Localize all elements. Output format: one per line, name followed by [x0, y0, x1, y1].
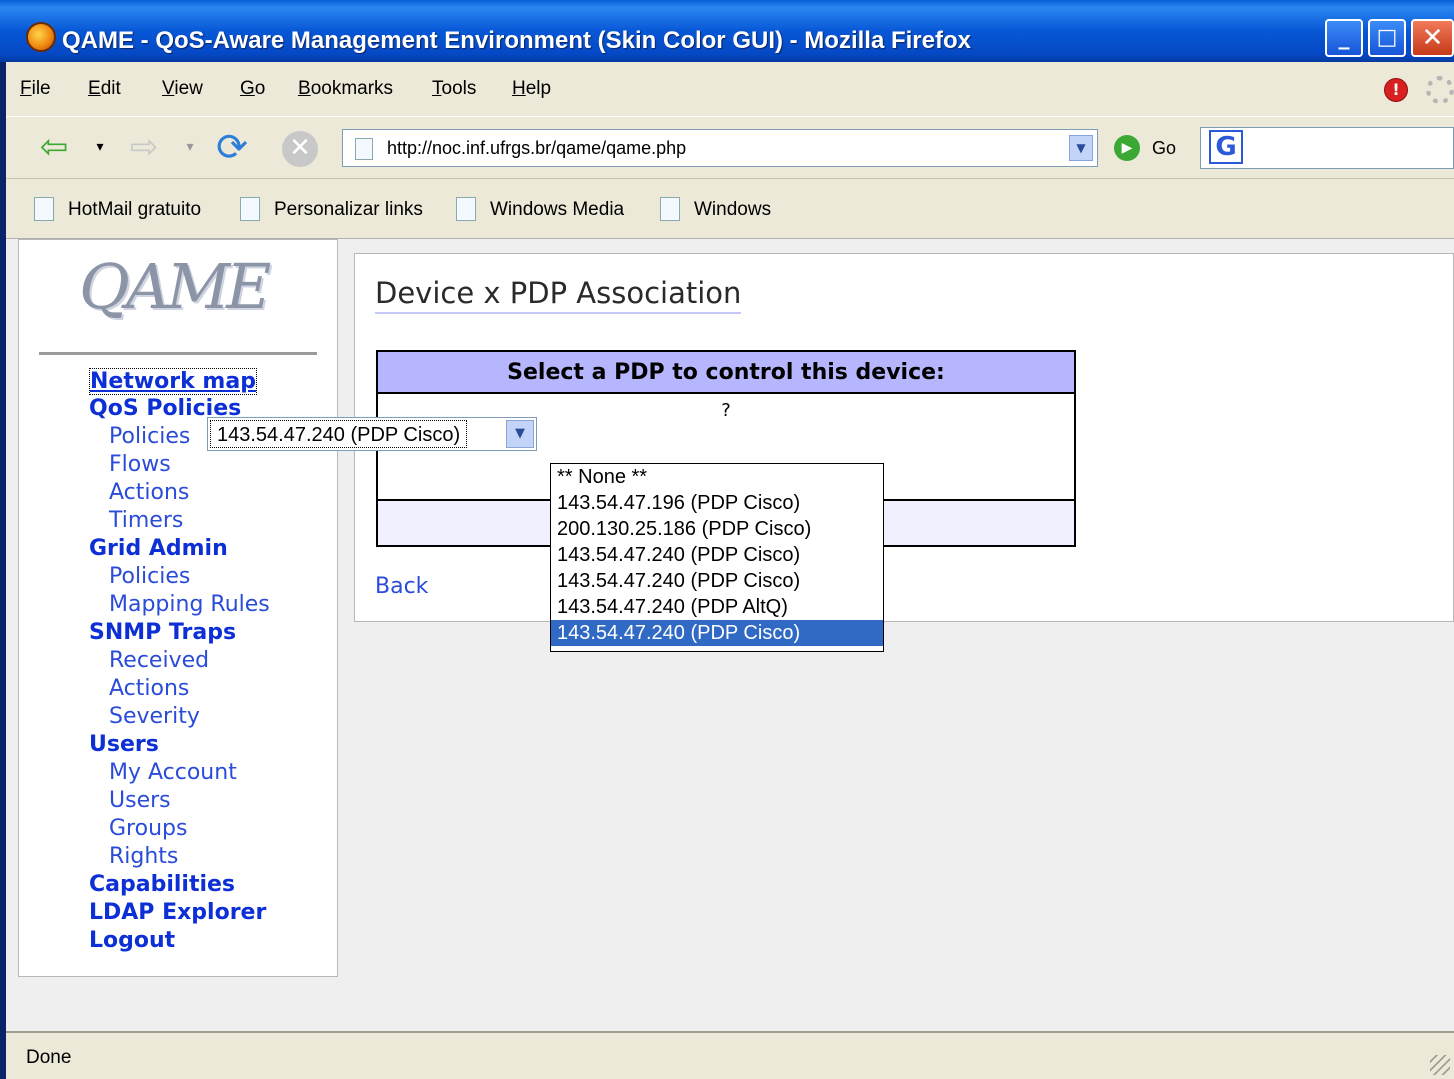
page-icon	[240, 197, 260, 221]
sidebar-item-received[interactable]: Received	[109, 648, 209, 673]
pdp-option[interactable]: 143.54.47.240 (PDP Cisco)	[551, 568, 883, 594]
sidebar-item-my-account[interactable]: My Account	[109, 760, 237, 785]
page-icon	[355, 138, 373, 160]
pdp-option[interactable]: 200.130.25.186 (PDP Cisco)	[551, 516, 883, 542]
url-history-dropdown-icon[interactable]: ▼	[1069, 135, 1093, 161]
chevron-down-icon[interactable]: ▼	[506, 420, 534, 448]
maximize-button[interactable]: □	[1368, 19, 1406, 57]
sidebar-divider	[39, 352, 317, 355]
forward-dropdown-icon[interactable]: ▾	[180, 127, 200, 169]
sidebar-item-mapping-rules[interactable]: Mapping Rules	[109, 592, 270, 617]
search-input[interactable]: G	[1200, 127, 1454, 169]
page-title: Device x PDP Association	[375, 276, 742, 314]
page-icon	[660, 197, 680, 221]
sidebar-item-rights[interactable]: Rights	[109, 844, 178, 869]
pdp-option[interactable]: 143.54.47.240 (PDP Cisco)	[551, 542, 883, 568]
title-bar: QAME - QoS-Aware Management Environment …	[0, 0, 1454, 62]
table-header: Select a PDP to control this device:	[378, 352, 1074, 394]
sidebar-item-timers[interactable]: Timers	[109, 508, 183, 533]
firefox-logo-icon	[26, 22, 56, 52]
menu-file[interactable]: File	[20, 78, 51, 100]
back-dropdown-icon[interactable]: ▾	[90, 127, 110, 169]
sidebar-item-users-section[interactable]: Users	[89, 732, 159, 757]
menu-help[interactable]: Help	[512, 78, 551, 100]
throbber-icon	[1426, 76, 1454, 104]
reload-icon[interactable]: ⟳	[206, 127, 258, 169]
sidebar-item-flows[interactable]: Flows	[109, 452, 171, 477]
sidebar-item-logout[interactable]: Logout	[89, 928, 175, 953]
url-bar[interactable]: http://noc.inf.ufrgs.br/qame/qame.php ▼	[342, 129, 1098, 167]
pdp-select-value[interactable]: 143.54.47.240 (PDP Cisco)	[210, 420, 468, 448]
pdp-option[interactable]: ** None **	[551, 464, 883, 490]
sidebar-item-network-map[interactable]: Network map	[89, 368, 257, 395]
window-title: QAME - QoS-Aware Management Environment …	[62, 27, 971, 54]
sidebar-item-trap-actions[interactable]: Actions	[109, 676, 189, 701]
sidebar-item-actions[interactable]: Actions	[109, 480, 189, 505]
go-icon[interactable]: ▶	[1114, 135, 1140, 161]
pdp-options-list: ** None ** 143.54.47.196 (PDP Cisco) 200…	[550, 463, 884, 652]
sidebar-item-grid-policies[interactable]: Policies	[109, 564, 190, 589]
close-button[interactable]: ✕	[1411, 19, 1454, 57]
page-icon	[34, 197, 54, 221]
bookmarks-toolbar: HotMail gratuito Personalizar links Wind…	[6, 178, 1454, 238]
menu-tools[interactable]: Tools	[432, 78, 476, 100]
bookmark-personalizar-links[interactable]: Personalizar links	[240, 197, 423, 221]
menu-edit[interactable]: Edit	[88, 78, 121, 100]
menu-go[interactable]: Go	[240, 78, 265, 100]
qame-logo: QAME	[79, 250, 271, 323]
bookmark-windows-media[interactable]: Windows Media	[456, 197, 624, 221]
sidebar-item-capabilities[interactable]: Capabilities	[89, 872, 235, 897]
menu-bar: File Edit View Go Bookmarks Tools Help !	[6, 62, 1454, 116]
sidebar: QAME Network map QoS Policies Policies F…	[18, 239, 338, 977]
pdp-option[interactable]: 143.54.47.196 (PDP Cisco)	[551, 490, 883, 516]
sidebar-item-grid-admin[interactable]: Grid Admin	[89, 536, 228, 561]
url-text[interactable]: http://noc.inf.ufrgs.br/qame/qame.php	[387, 138, 686, 159]
resize-grip-icon[interactable]	[1430, 1055, 1450, 1075]
sidebar-item-ldap-explorer[interactable]: LDAP Explorer	[89, 900, 266, 925]
status-text: Done	[26, 1047, 72, 1068]
sidebar-item-users[interactable]: Users	[109, 788, 171, 813]
pdp-select[interactable]: 143.54.47.240 (PDP Cisco) ▼	[207, 417, 537, 451]
minimize-button[interactable]: _	[1325, 19, 1363, 57]
bookmark-windows[interactable]: Windows	[660, 197, 771, 221]
stop-icon[interactable]: ✕	[282, 131, 318, 167]
bookmark-hotmail[interactable]: HotMail gratuito	[34, 197, 201, 221]
sidebar-item-snmp-traps[interactable]: SNMP Traps	[89, 620, 236, 645]
google-icon[interactable]: G	[1209, 130, 1243, 164]
pdp-option[interactable]: 143.54.47.240 (PDP AltQ)	[551, 594, 883, 620]
sidebar-item-policies[interactable]: Policies	[109, 424, 190, 449]
pdp-option-highlighted[interactable]: 143.54.47.240 (PDP Cisco)	[551, 620, 883, 646]
sidebar-item-severity[interactable]: Severity	[109, 704, 200, 729]
forward-arrow-icon[interactable]: ⇨	[120, 127, 168, 169]
go-button[interactable]: Go	[1152, 138, 1176, 159]
menu-bookmarks[interactable]: Bookmarks	[298, 78, 393, 100]
back-arrow-icon[interactable]: ⇦	[28, 127, 80, 169]
navigation-toolbar: ⇦ ▾ ⇨ ▾ ⟳ ✕ http://noc.inf.ufrgs.br/qame…	[6, 116, 1454, 178]
sidebar-item-groups[interactable]: Groups	[109, 816, 187, 841]
page-icon	[456, 197, 476, 221]
menu-view[interactable]: View	[162, 78, 203, 100]
update-alert-icon[interactable]: !	[1384, 78, 1408, 102]
status-bar: Done	[6, 1031, 1454, 1079]
back-link[interactable]: Back	[375, 574, 428, 599]
